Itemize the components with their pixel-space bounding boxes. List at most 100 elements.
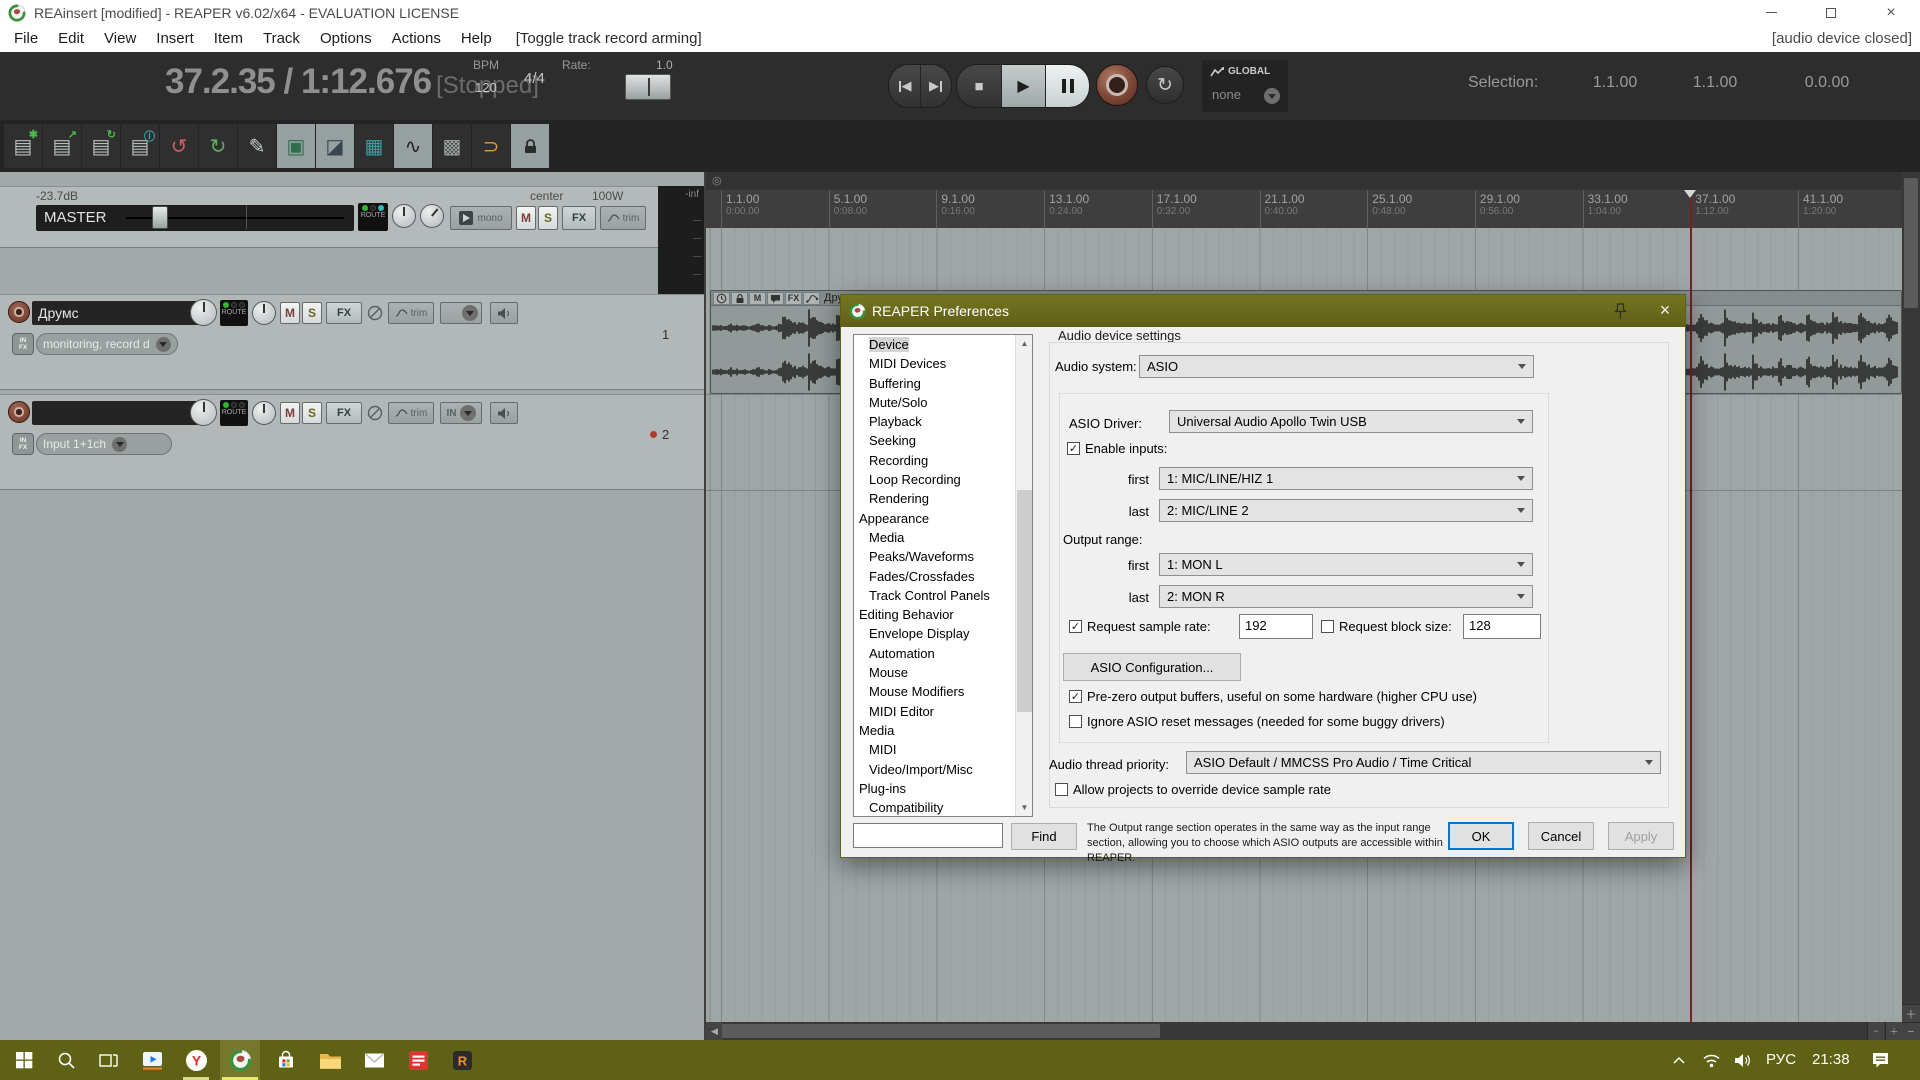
track2-mute-button[interactable]: M [280, 402, 300, 424]
dialog-close-button[interactable]: × [1651, 298, 1679, 323]
go-to-start-button[interactable]: ◀ [889, 65, 920, 107]
master-trim-button[interactable]: trim [600, 206, 646, 230]
output-last-select[interactable]: 2: MON R [1159, 585, 1533, 608]
maximize-button[interactable] [1806, 0, 1856, 25]
tree-item-video-import-misc[interactable]: Video/Import/Misc [854, 760, 1032, 779]
tree-item-seeking[interactable]: Seeking [854, 431, 1032, 450]
timeline-ruler[interactable]: 1.1.000:00.005.1.000:08.009.1.000:16.001… [706, 190, 1902, 228]
tree-item-mouse[interactable]: Mouse [854, 663, 1032, 682]
find-button[interactable]: Find [1011, 823, 1077, 850]
rate-slider[interactable] [625, 74, 671, 100]
tree-item-appearance[interactable]: Appearance [854, 509, 1032, 528]
scroll-up-icon[interactable]: ▲ [1016, 335, 1033, 352]
master-fx-button[interactable]: FX [562, 206, 596, 230]
item-fx-icon[interactable]: FX [785, 292, 802, 305]
track2-fx-chain[interactable]: INFX Input 1+1ch [12, 433, 172, 455]
envelope-points-button[interactable]: ∿ [394, 124, 432, 168]
mail-app[interactable] [354, 1040, 394, 1080]
track1-trim-button[interactable]: trim [388, 302, 434, 324]
item-notes-icon[interactable] [767, 292, 784, 305]
track2-pan-knob[interactable] [252, 401, 276, 425]
master-volume-fader[interactable] [152, 206, 168, 229]
tree-item-device[interactable]: Device [854, 335, 1032, 354]
track2-recinput-button[interactable]: IN [440, 402, 482, 424]
track2-record-arm-button[interactable] [8, 401, 30, 423]
tree-item-peaks-waveforms[interactable]: Peaks/Waveforms [854, 547, 1032, 566]
tree-item-editing-behavior[interactable]: Editing Behavior [854, 605, 1032, 624]
tree-item-mute-solo[interactable]: Mute/Solo [854, 393, 1032, 412]
apply-button[interactable]: Apply [1608, 822, 1674, 850]
language-indicator[interactable]: РУС [1766, 1051, 1796, 1068]
track1-fx-button[interactable]: FX [326, 302, 362, 324]
track2-monitor-button[interactable] [490, 402, 518, 424]
stop-button[interactable]: ■ [957, 65, 1001, 107]
menu-insert[interactable]: Insert [146, 30, 204, 47]
tree-item-fades-crossfades[interactable]: Fades/Crossfades [854, 567, 1032, 586]
block-size-input[interactable]: 128 [1463, 614, 1541, 639]
ok-button[interactable]: OK [1448, 822, 1514, 850]
track1-phase-button[interactable] [366, 304, 384, 327]
item-mute-icon[interactable]: M [749, 292, 766, 305]
item-clock-icon[interactable] [713, 292, 730, 305]
project-settings-button[interactable]: ▤ⓘ [121, 124, 159, 168]
request-sample-rate-checkbox[interactable] [1069, 620, 1082, 633]
minimize-button[interactable] [1746, 0, 1796, 25]
media-layouts-button[interactable]: ▦ [355, 124, 393, 168]
track2-route-button[interactable]: ROUTE [220, 400, 248, 426]
toggle-locking-button[interactable] [511, 124, 549, 168]
track2-volume-knob[interactable] [190, 399, 217, 426]
enable-inputs-checkbox[interactable] [1067, 442, 1080, 455]
vertical-scroll-thumb[interactable] [1904, 178, 1918, 308]
dialog-titlebar[interactable]: REAPER Preferences × [841, 295, 1685, 327]
start-button[interactable] [4, 1040, 44, 1080]
movies-tv-app[interactable] [132, 1040, 172, 1080]
clock[interactable]: 21:38 [1812, 1051, 1850, 1068]
menu-item[interactable]: Item [204, 30, 253, 47]
chevron-down-icon[interactable] [1264, 88, 1280, 104]
menu-view[interactable]: View [94, 30, 146, 47]
item-lock-icon[interactable] [731, 292, 748, 305]
reaper-app[interactable] [220, 1040, 260, 1080]
track2-fx-button[interactable]: FX [326, 402, 362, 424]
microsoft-store-app[interactable] [266, 1040, 306, 1080]
chevron-down-icon[interactable] [156, 337, 171, 352]
track1-solo-button[interactable]: S [302, 302, 322, 324]
volume-tray-icon[interactable] [1728, 1040, 1760, 1080]
track1-name-box[interactable]: Друмс [32, 301, 208, 325]
item-edit-button[interactable]: ✎ [238, 124, 276, 168]
track1-pan-knob[interactable] [252, 301, 276, 325]
cancel-button[interactable]: Cancel [1528, 822, 1594, 850]
master-name-box[interactable]: MASTER [36, 205, 354, 231]
prezero-checkbox[interactable] [1069, 690, 1082, 703]
master-route-button[interactable]: ROUTE [358, 203, 388, 231]
pin-icon[interactable] [1614, 303, 1627, 325]
playhead-marker[interactable] [1684, 190, 1696, 198]
track1-volume-knob[interactable] [190, 299, 217, 326]
tree-item-media[interactable]: Media [854, 528, 1032, 547]
tree-item-rendering[interactable]: Rendering [854, 489, 1032, 508]
tree-item-track-control-panels[interactable]: Track Control Panels [854, 586, 1032, 605]
rate-value[interactable]: 1.0 [656, 58, 673, 72]
horizontal-scroll-thumb[interactable] [722, 1024, 1160, 1038]
find-input[interactable] [853, 823, 1003, 848]
open-project-button[interactable]: ▤↗ [43, 124, 81, 168]
toggle-loop-button[interactable]: ⊃ [472, 124, 510, 168]
vzoom-in-button[interactable]: ＋ [1902, 1004, 1920, 1022]
master-mute-button[interactable]: M [516, 206, 536, 230]
go-to-end-button[interactable]: ▶ [920, 65, 951, 107]
bpm-value[interactable]: 120 [458, 80, 514, 95]
repeat-button[interactable]: ↻ [1146, 66, 1184, 104]
track2-solo-button[interactable]: S [302, 402, 322, 424]
master-track-strip[interactable]: -23.7dB center 100W MASTER ROUTE mono M … [0, 186, 704, 248]
zoom-out-button[interactable]: − [1867, 1022, 1884, 1040]
track-strip-1[interactable]: Друмс ROUTE M S FX trim INFX monitoring,… [0, 294, 704, 390]
output-first-select[interactable]: 1: MON L [1159, 553, 1533, 576]
tree-scroll-thumb[interactable] [1017, 490, 1032, 712]
audio-system-select[interactable]: ASIO [1139, 355, 1534, 378]
vertical-scrollbar[interactable]: ＋ − [1902, 172, 1920, 1040]
track-strip-2[interactable]: ROUTE M S FX trim IN INFX Input 1+1ch 2 [0, 394, 704, 490]
tree-item-midi-editor[interactable]: MIDI Editor [854, 702, 1032, 721]
request-block-size-checkbox[interactable] [1321, 620, 1334, 633]
tree-item-media[interactable]: Media [854, 721, 1032, 740]
tree-scrollbar[interactable]: ▲ ▼ [1015, 335, 1032, 816]
